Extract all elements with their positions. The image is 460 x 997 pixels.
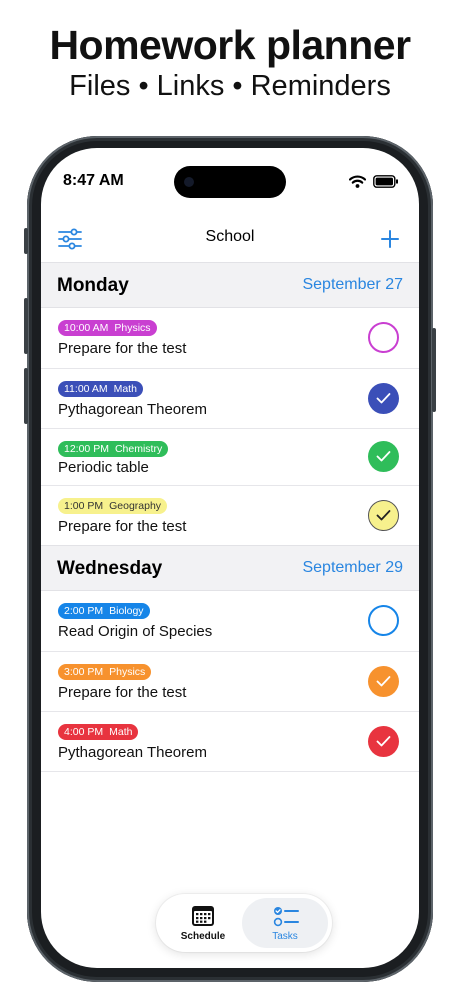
plus-icon <box>381 230 399 248</box>
tab-label: Tasks <box>272 931 298 942</box>
badge-time: 12:00 PM <box>64 443 109 455</box>
time-subject-badge: 4:00 PM Math <box>58 724 139 740</box>
badge-subject: Chemistry <box>114 443 163 455</box>
task-checkbox[interactable] <box>368 383 399 414</box>
filter-button[interactable] <box>57 226 83 252</box>
status-time: 8:47 AM <box>63 172 124 189</box>
section-day: Wednesday <box>57 558 163 579</box>
wifi-icon <box>349 175 366 188</box>
checkmark-icon <box>376 676 391 687</box>
promo-headline: Homework planner <box>49 22 411 68</box>
task-checkbox[interactable] <box>368 605 399 636</box>
status-icons <box>349 175 399 188</box>
badge-subject: Physics <box>114 322 151 334</box>
checkmark-icon <box>376 451 391 462</box>
checkmark-icon <box>376 509 390 520</box>
task-title: Periodic table <box>58 459 149 476</box>
task-row[interactable]: 2:00 PM Biology Read Origin of Species <box>41 591 419 652</box>
time-subject-badge: 12:00 PM Chemistry <box>58 441 169 457</box>
task-row[interactable]: 10:00 AM Physics Prepare for the test <box>41 308 419 369</box>
checkmark-icon <box>376 393 391 404</box>
badge-time: 10:00 AM <box>64 322 109 334</box>
checkmark-icon <box>376 736 391 747</box>
task-checkbox[interactable] <box>368 726 399 757</box>
task-checkbox[interactable] <box>368 666 399 697</box>
badge-time: 4:00 PM <box>64 726 104 738</box>
nav-bar: School <box>41 218 419 262</box>
power-button <box>432 328 436 412</box>
badge-subject: Math <box>113 383 137 395</box>
calendar-grid-icon <box>192 906 214 926</box>
time-subject-badge: 10:00 AM Physics <box>58 320 157 336</box>
task-title: Prepare for the test <box>58 684 187 701</box>
task-row[interactable]: 3:00 PM Physics Prepare for the test <box>41 652 419 712</box>
nav-title: School <box>205 228 255 245</box>
checklist-icon <box>273 907 299 927</box>
section-date: September 27 <box>302 276 403 293</box>
volume-down-button <box>24 368 28 424</box>
tab-tasks[interactable]: Tasks <box>242 898 328 948</box>
task-row[interactable]: 4:00 PM Math Pythagorean Theorem <box>41 712 419 772</box>
tab-label: Schedule <box>180 931 226 942</box>
tab-schedule[interactable]: Schedule <box>160 898 246 948</box>
task-checkbox[interactable] <box>368 441 399 472</box>
time-subject-badge: 2:00 PM Biology <box>58 603 150 619</box>
badge-subject: Physics <box>109 666 146 678</box>
app-screen: 8:47 AM School Monday September 27 10:00… <box>41 148 419 968</box>
badge-time: 1:00 PM <box>64 500 104 512</box>
tab-bar: Schedule Tasks <box>156 894 332 952</box>
task-checkbox[interactable] <box>368 322 399 353</box>
task-title: Prepare for the test <box>58 340 187 357</box>
task-title: Read Origin of Species <box>58 623 213 640</box>
task-row[interactable]: 1:00 PM Geography Prepare for the test <box>41 486 419 545</box>
action-button <box>24 228 28 254</box>
sliders-icon <box>58 228 82 250</box>
dynamic-island <box>174 166 286 198</box>
section-date: September 29 <box>302 559 403 576</box>
promo-subheadline: Files • Links • Reminders <box>69 70 391 102</box>
badge-subject: Math <box>109 726 133 738</box>
task-title: Prepare for the test <box>58 518 187 535</box>
section-header-monday: Monday September 27 <box>41 262 419 308</box>
section-day: Monday <box>57 275 129 296</box>
battery-icon <box>373 175 398 188</box>
badge-time: 3:00 PM <box>64 666 104 678</box>
task-checkbox[interactable] <box>368 500 399 531</box>
section-header-wednesday: Wednesday September 29 <box>41 545 419 591</box>
add-task-button[interactable] <box>377 226 403 252</box>
time-subject-badge: 1:00 PM Geography <box>58 498 168 514</box>
volume-up-button <box>24 298 28 354</box>
task-row[interactable]: 11:00 AM Math Pythagorean Theorem <box>41 369 419 429</box>
badge-subject: Biology <box>109 605 144 617</box>
badge-time: 2:00 PM <box>64 605 104 617</box>
task-title: Pythagorean Theorem <box>58 744 207 761</box>
task-row[interactable]: 12:00 PM Chemistry Periodic table <box>41 429 419 486</box>
time-subject-badge: 3:00 PM Physics <box>58 664 152 680</box>
badge-time: 11:00 AM <box>64 383 108 395</box>
time-subject-badge: 11:00 AM Math <box>58 381 143 397</box>
badge-subject: Geography <box>109 500 162 512</box>
task-title: Pythagorean Theorem <box>58 401 207 418</box>
